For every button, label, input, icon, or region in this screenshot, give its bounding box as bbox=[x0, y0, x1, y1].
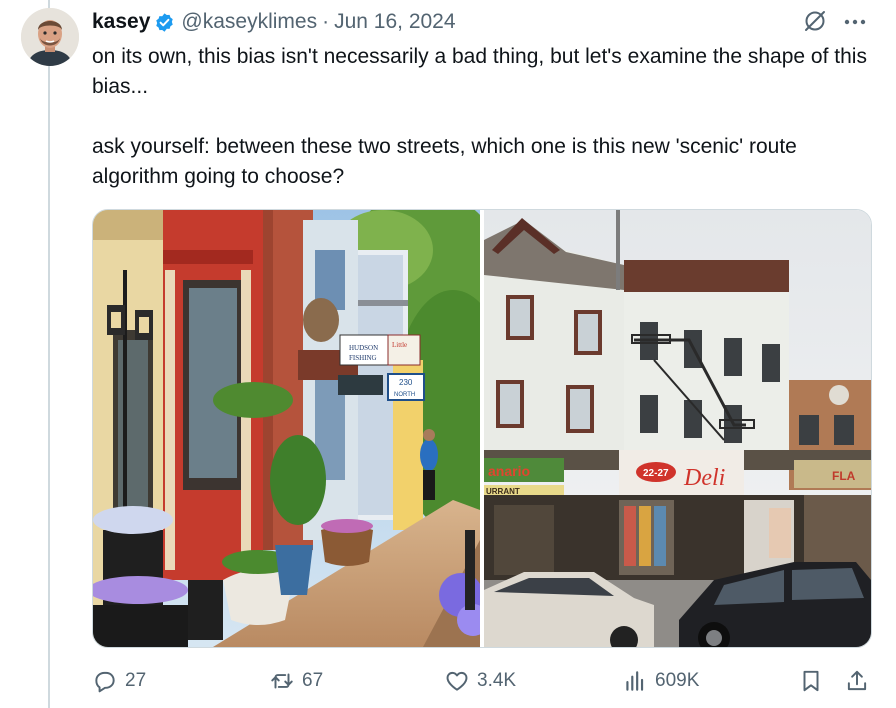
reply-count: 27 bbox=[125, 670, 147, 691]
views-button[interactable]: 609K bbox=[622, 664, 699, 698]
tweet-actions: 27 67 3.4K 609K bbox=[92, 664, 872, 698]
repost-button[interactable]: 67 bbox=[269, 664, 323, 698]
header-separator: · bbox=[322, 10, 330, 33]
tweet-text-paragraph: ask yourself: between these two streets,… bbox=[92, 135, 797, 188]
thread-line bbox=[48, 0, 50, 708]
right-store-sign-text: FLA bbox=[832, 469, 856, 483]
tweet-text: on its own, this bias isn't necessarily … bbox=[92, 42, 872, 192]
restaurant-sign-text: URRANT bbox=[486, 487, 520, 496]
like-button[interactable]: 3.4K bbox=[444, 664, 516, 698]
reply-button[interactable]: 27 bbox=[92, 664, 146, 698]
author-handle[interactable]: @kaseyklimes bbox=[181, 10, 317, 34]
deli-sign-text: Deli bbox=[683, 465, 725, 491]
hudson-sign-text: HUDSON bbox=[349, 344, 378, 352]
little-sign-text: Little bbox=[392, 341, 407, 349]
grok-icon[interactable] bbox=[803, 9, 827, 33]
tweet-header: kasey @kaseyklimes · Jun 16, 2024 bbox=[92, 9, 456, 35]
tweet-date[interactable]: Jun 16, 2024 bbox=[334, 10, 455, 34]
route-direction-text: NORTH bbox=[394, 392, 415, 398]
share-button[interactable] bbox=[844, 664, 877, 698]
canario-sign-text: anario bbox=[488, 463, 530, 479]
tweet-media: HUDSON FISHING Little 230 NORTH anario U… bbox=[92, 209, 872, 648]
author-name[interactable]: kasey bbox=[92, 10, 150, 34]
urban-street-photo[interactable]: anario URRANT 22-27 Deli FLA bbox=[484, 210, 871, 647]
verified-badge-icon[interactable] bbox=[154, 12, 175, 33]
avatar[interactable] bbox=[21, 8, 79, 66]
view-count: 609K bbox=[655, 670, 700, 691]
scenic-street-photo[interactable]: HUDSON FISHING Little 230 NORTH bbox=[93, 210, 480, 647]
repost-icon bbox=[271, 673, 293, 689]
deli-number-text: 22-27 bbox=[643, 468, 669, 479]
fishing-sign-text: FISHING bbox=[349, 354, 377, 362]
route-number-text: 230 bbox=[399, 378, 413, 387]
share-icon bbox=[847, 670, 867, 691]
urban-street-image: anario URRANT 22-27 Deli FLA bbox=[484, 210, 871, 647]
heart-icon bbox=[446, 671, 468, 691]
scenic-street-image: HUDSON FISHING Little 230 NORTH bbox=[93, 210, 480, 647]
repost-count: 67 bbox=[302, 670, 324, 691]
more-options-icon[interactable] bbox=[842, 10, 868, 34]
bookmark-button[interactable] bbox=[798, 664, 831, 698]
analytics-icon bbox=[626, 671, 644, 691]
tweet-text-paragraph: on its own, this bias isn't necessarily … bbox=[92, 45, 867, 98]
reply-icon bbox=[95, 671, 115, 693]
bookmark-icon bbox=[803, 670, 819, 692]
avatar-image bbox=[21, 8, 79, 66]
like-count: 3.4K bbox=[477, 670, 517, 691]
